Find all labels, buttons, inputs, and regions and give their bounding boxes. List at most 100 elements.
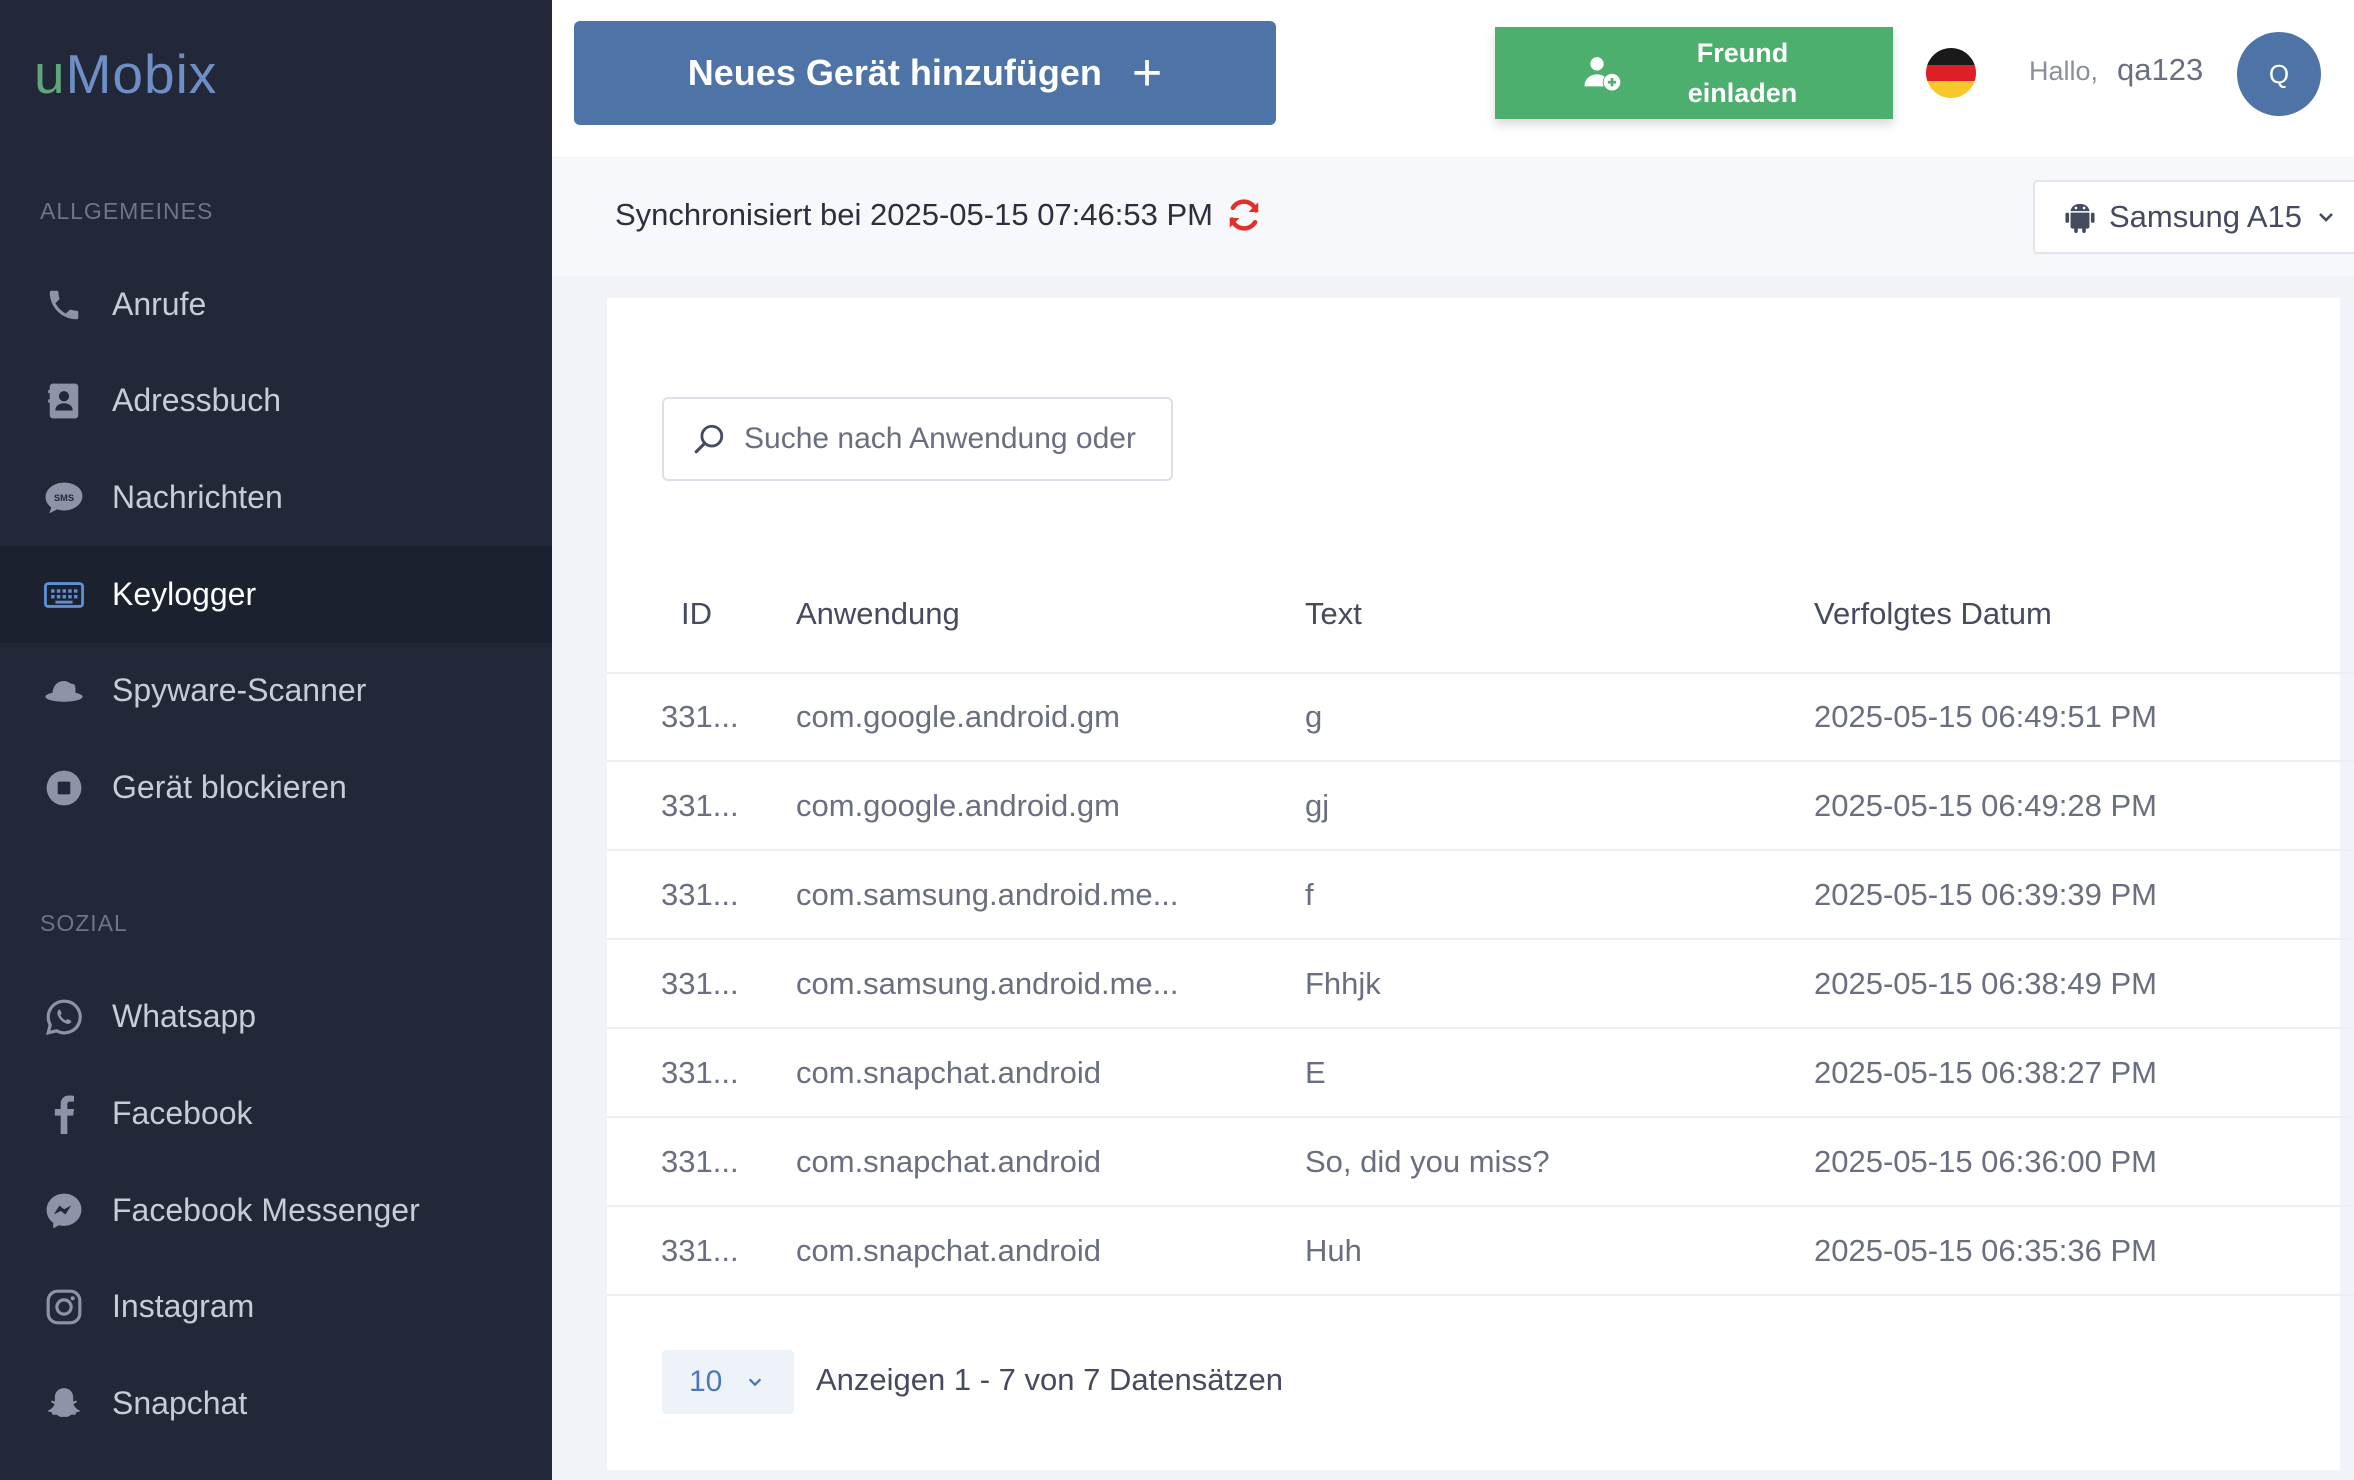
- logo-part-u: u: [34, 43, 66, 105]
- cell-date: 2025-05-15 06:38:27 PM: [1814, 1055, 2157, 1090]
- keyboard-icon: [44, 575, 84, 615]
- svg-text:SMS: SMS: [54, 493, 74, 503]
- sidebar-item-nachrichten[interactable]: SMS Nachrichten: [0, 449, 552, 546]
- german-flag-icon[interactable]: [1926, 48, 1976, 98]
- invite-label-line1: Freund: [1696, 38, 1789, 68]
- sidebar-item-label: Gerät blockieren: [112, 769, 347, 805]
- cell-id: 331...: [661, 966, 739, 1001]
- sidebar-item-facebook-messenger[interactable]: Facebook Messenger: [0, 1162, 552, 1259]
- sidebar-item-label: Anrufe: [112, 286, 207, 322]
- cell-id: 331...: [661, 877, 739, 912]
- sidebar-item-label: Spyware-Scanner: [112, 672, 367, 708]
- android-icon: [2065, 201, 2095, 233]
- chevron-down-icon: [746, 1373, 764, 1391]
- search-box[interactable]: [662, 397, 1173, 481]
- cell-app: com.samsung.android.me...: [796, 877, 1179, 912]
- search-icon: [692, 422, 726, 456]
- cell-app: com.google.android.gm: [796, 788, 1120, 823]
- cell-id: 331...: [661, 788, 739, 823]
- column-header-anwendung[interactable]: Anwendung: [796, 596, 960, 632]
- sidebar-item-facebook[interactable]: Facebook: [0, 1065, 552, 1162]
- section-title-social: SOZIAL: [40, 910, 128, 936]
- search-input[interactable]: [744, 422, 1144, 456]
- sidebar-item-instagram[interactable]: Instagram: [0, 1258, 552, 1355]
- sidebar-item-label: Instagram: [112, 1288, 255, 1324]
- invite-label: Freund einladen: [1622, 33, 1863, 113]
- facebook-icon: [44, 1094, 84, 1134]
- sidebar-item-label: Nachrichten: [112, 479, 283, 515]
- cell-app: com.snapchat.android: [796, 1144, 1102, 1179]
- whatsapp-icon: [44, 997, 84, 1037]
- cell-text: E: [1305, 1055, 1326, 1090]
- sync-status-text: Synchronisiert bei 2025-05-15 07:46:53 P…: [615, 197, 1213, 232]
- sms-icon: SMS: [44, 478, 84, 518]
- sidebar-item-label: Facebook: [112, 1095, 253, 1131]
- cell-text: Fhhjk: [1305, 966, 1381, 1001]
- sidebar-item-keylogger[interactable]: Keylogger: [0, 546, 552, 643]
- table-divider: [607, 1205, 2354, 1207]
- chevron-down-icon: [2316, 207, 2336, 227]
- device-select-value: Samsung A15: [2109, 199, 2303, 234]
- cell-app: com.snapchat.android: [796, 1055, 1102, 1090]
- sidebar-item-anrufe[interactable]: Anrufe: [0, 256, 552, 353]
- cell-app: com.google.android.gm: [796, 699, 1120, 734]
- address-book-icon: [44, 381, 84, 421]
- cell-text: Huh: [1305, 1233, 1362, 1268]
- logo[interactable]: uMobix: [34, 42, 217, 106]
- sidebar-item-spyware-scanner[interactable]: Spyware-Scanner: [0, 642, 552, 739]
- refresh-icon[interactable]: [1226, 197, 1262, 233]
- column-header-id[interactable]: ID: [681, 596, 712, 632]
- add-device-label: Neues Gerät hinzufügen: [687, 52, 1102, 93]
- hat-icon: [44, 671, 84, 711]
- stop-icon: [44, 768, 84, 808]
- cell-text: f: [1305, 877, 1314, 912]
- avatar[interactable]: Q: [2237, 32, 2321, 116]
- cell-app: com.samsung.android.me...: [796, 966, 1179, 1001]
- instagram-icon: [44, 1287, 84, 1327]
- greeting-text: Hallo,: [2029, 56, 2099, 86]
- table-divider: [607, 672, 2354, 674]
- sidebar-item-label: Snapchat: [112, 1385, 248, 1421]
- section-title-general: ALLGEMEINES: [40, 198, 214, 224]
- sidebar-item-snapchat[interactable]: Snapchat: [0, 1355, 552, 1452]
- table-divider: [607, 1116, 2354, 1118]
- page-size-select[interactable]: 10: [662, 1350, 794, 1414]
- username[interactable]: qa123: [2117, 52, 2203, 88]
- column-header-datum[interactable]: Verfolgtes Datum: [1814, 596, 2052, 632]
- cell-date: 2025-05-15 06:49:51 PM: [1814, 699, 2157, 734]
- cell-text: g: [1305, 699, 1323, 734]
- cell-text: So, did you miss?: [1305, 1144, 1550, 1179]
- cell-date: 2025-05-15 06:36:00 PM: [1814, 1144, 2157, 1179]
- sidebar-item-label: Adressbuch: [112, 382, 281, 418]
- add-user-icon: [1582, 53, 1622, 93]
- cell-id: 331...: [661, 699, 739, 734]
- sidebar-item-label: Whatsapp: [112, 998, 257, 1034]
- sidebar-item-geraet-blockieren[interactable]: Gerät blockieren: [0, 739, 552, 836]
- table-divider: [607, 1294, 2354, 1296]
- cell-date: 2025-05-15 06:38:49 PM: [1814, 966, 2157, 1001]
- plus-icon: +: [1131, 44, 1163, 102]
- phone-icon: [44, 285, 84, 325]
- cell-date: 2025-05-15 06:49:28 PM: [1814, 788, 2157, 823]
- sidebar-item-label: Facebook Messenger: [112, 1192, 420, 1228]
- add-device-button[interactable]: Neues Gerät hinzufügen +: [574, 21, 1276, 125]
- sidebar-item-label: Keylogger: [112, 576, 257, 612]
- table-divider: [607, 760, 2354, 762]
- sidebar-item-adressbuch[interactable]: Adressbuch: [0, 352, 552, 449]
- logo-part-mobix: Mobix: [65, 43, 218, 105]
- pagination-info: Anzeigen 1 - 7 von 7 Datensätzen: [816, 1362, 1284, 1397]
- cell-id: 331...: [661, 1233, 739, 1268]
- table-divider: [607, 1027, 2354, 1029]
- page-size-value: 10: [689, 1365, 723, 1398]
- invite-friend-button[interactable]: Freund einladen: [1495, 27, 1893, 119]
- sidebar-item-whatsapp[interactable]: Whatsapp: [0, 968, 552, 1065]
- cell-id: 331...: [661, 1055, 739, 1090]
- sidebar: uMobix ALLGEMEINES Anrufe Adressbuch SMS…: [0, 0, 552, 1480]
- table-divider: [607, 849, 2354, 851]
- column-header-text[interactable]: Text: [1305, 596, 1362, 632]
- cell-id: 331...: [661, 1144, 739, 1179]
- snapchat-icon: [44, 1384, 84, 1424]
- cell-date: 2025-05-15 06:39:39 PM: [1814, 877, 2157, 912]
- device-select[interactable]: Samsung A15: [2033, 180, 2354, 254]
- cell-date: 2025-05-15 06:35:36 PM: [1814, 1233, 2157, 1268]
